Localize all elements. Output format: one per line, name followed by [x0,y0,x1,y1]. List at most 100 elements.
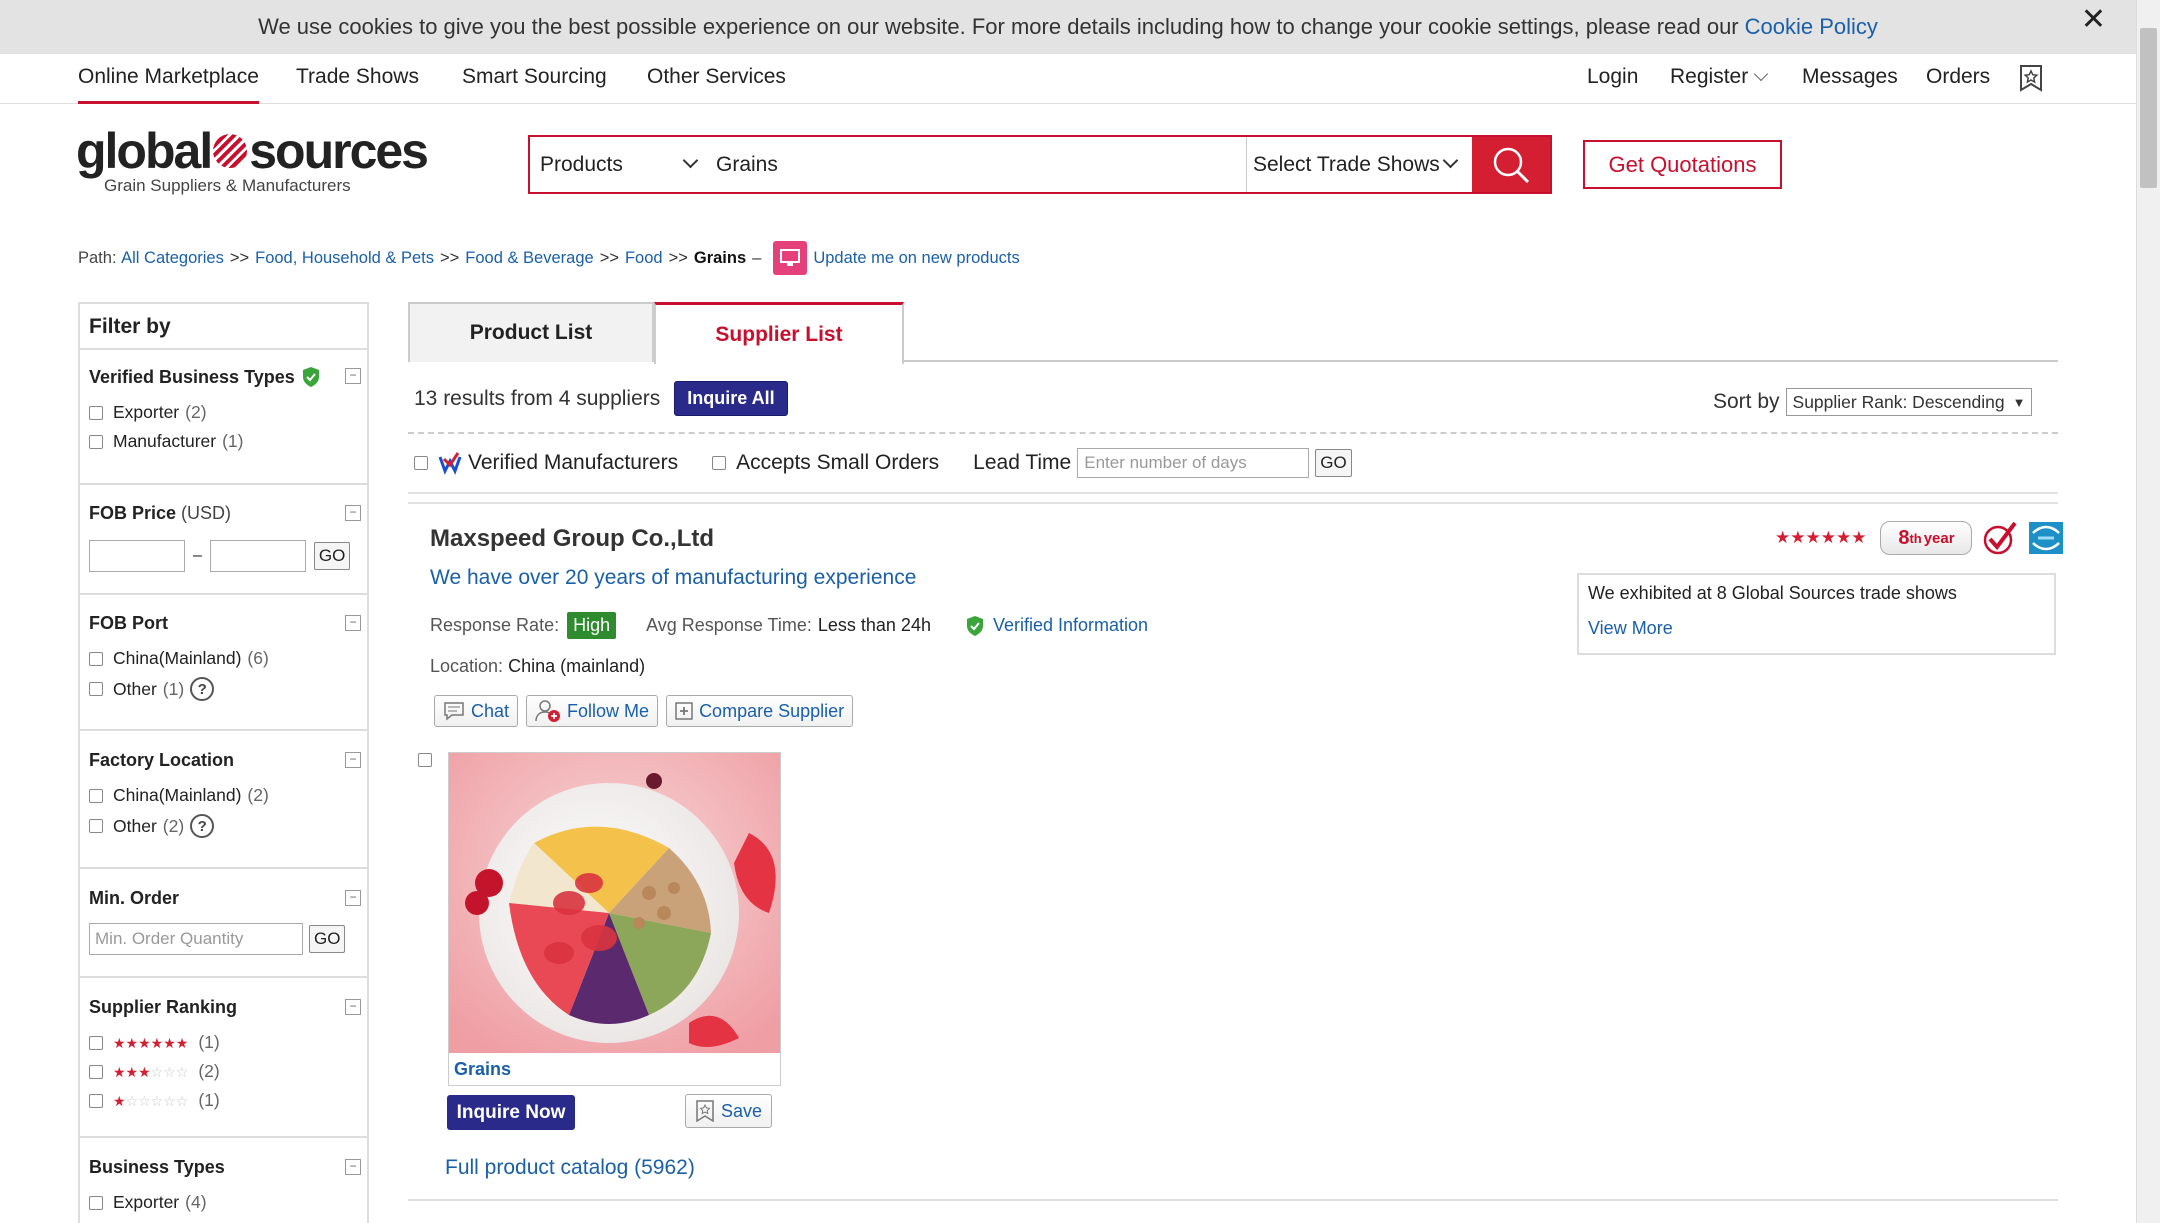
checkbox[interactable] [414,456,428,470]
nav-register[interactable]: Register [1670,65,1769,89]
inquire-now-button[interactable]: Inquire Now [447,1095,575,1130]
tab-product-list[interactable]: Product List [408,302,654,362]
small-orders-filter[interactable]: Accepts Small Orders [712,451,939,475]
supplier-name[interactable]: Maxspeed Group Co.,Ltd [430,525,714,553]
breadcrumb-food-household-pets[interactable]: Food, Household & Pets [255,249,434,268]
scrollbar-thumb[interactable] [2140,28,2157,188]
help-icon[interactable]: ? [190,814,215,838]
breadcrumb-all-categories[interactable]: All Categories [121,249,224,268]
collapse-icon[interactable]: − [345,999,361,1015]
avg-response-value: Less than 24h [817,615,931,635]
price-go-button[interactable]: GO [313,542,351,570]
collapse-icon[interactable]: − [345,890,361,906]
product-card[interactable]: Grains [448,752,781,1086]
verified-information-link[interactable]: Verified Information [993,615,1148,636]
filter-option[interactable]: Manufacturer (1) [89,431,361,452]
verified-manufacturers-filter[interactable]: Verified Manufacturers [414,451,678,475]
checkbox[interactable] [89,682,103,696]
filter-option[interactable]: Exporter (4) [89,1192,361,1213]
filter-option[interactable]: ★ ☆☆☆☆☆ (1) [89,1090,361,1111]
checkbox[interactable] [89,405,103,420]
section-title: FOB Port [89,613,168,633]
nav-other-services[interactable]: Other Services [647,65,786,89]
favorites-icon[interactable] [2018,64,2044,92]
follow-me-button[interactable]: Follow Me [526,695,659,727]
tab-supplier-list[interactable]: Supplier List [654,302,904,364]
collapse-icon[interactable]: − [345,752,361,768]
option-count: (2) [162,815,185,836]
full-catalog-link[interactable]: Full product catalog (5962) [445,1156,695,1180]
filter-option[interactable]: ★★★ ☆☆☆ (2) [89,1061,361,1082]
get-quotations-button[interactable]: Get Quotations [1583,140,1782,189]
filter-option[interactable]: Other (2)? [89,814,361,838]
filter-option[interactable]: Other (1)? [89,677,361,701]
filter-option[interactable]: ★★★★★★ (1) [89,1032,361,1053]
supplier-slogan[interactable]: We have over 20 years of manufacturing e… [430,566,916,590]
checkbox[interactable] [89,1064,103,1079]
nav-login[interactable]: Login [1587,65,1638,89]
checkbox[interactable] [89,788,103,803]
vertical-scrollbar[interactable] [2136,0,2160,1223]
filter-option[interactable]: China(Mainland) (2) [89,785,361,806]
nav-messages[interactable]: Messages [1802,65,1898,89]
checkbox[interactable] [89,651,103,666]
breadcrumb-food[interactable]: Food [625,249,663,268]
years-suffix: th [1909,530,1922,546]
nav-online-marketplace[interactable]: Online Marketplace [78,65,259,104]
option-count: (6) [247,648,269,668]
save-button[interactable]: Save [685,1094,772,1128]
compare-supplier-button[interactable]: Compare Supplier [666,695,854,727]
inquire-all-button[interactable]: Inquire All [674,381,788,416]
min-order-go-button[interactable]: GO [309,925,346,953]
cookie-policy-link[interactable]: Cookie Policy [1745,14,1878,40]
checkbox[interactable] [712,456,727,470]
filter-supplier-ranking: Supplier Ranking − ★★★★★★ (1) ★★★ ☆☆☆ (2)… [89,997,361,1111]
checkbox[interactable] [89,1035,103,1050]
min-order-input[interactable]: Min. Order Quantity [89,923,303,955]
view-more-link[interactable]: View More [1588,618,2045,639]
dashed-divider [408,432,2058,434]
filter-option[interactable]: China(Mainland) (6) [89,648,361,669]
help-icon[interactable]: ? [190,677,215,701]
supplier-star-rating: ★★★★★★ [1775,528,1867,547]
nav-trade-shows[interactable]: Trade Shows [296,65,419,89]
chevron-down-icon [1754,66,1769,82]
search-category-select[interactable]: Products [530,137,710,192]
collapse-icon[interactable]: − [345,505,361,521]
collapse-icon[interactable]: − [345,368,361,384]
sort-select[interactable]: Supplier Rank: Descending ▼ [1785,388,2033,416]
product-select-checkbox[interactable] [418,753,432,767]
nav-orders[interactable]: Orders [1926,65,1990,89]
filter-option[interactable]: Exporter (2) [89,402,361,423]
collapse-icon[interactable]: − [345,1159,361,1175]
product-name[interactable]: Grains [454,1059,511,1080]
price-min-input[interactable] [89,540,185,572]
checkbox[interactable] [89,819,103,833]
price-max-input[interactable] [209,540,306,572]
site-logo[interactable]: global sources Grain Suppliers & Manufact… [76,126,429,196]
sort-control: Sort by Supplier Rank: Descending ▼ [1713,388,2033,416]
chat-button[interactable]: Chat [434,695,519,727]
lead-time-input[interactable]: Enter number of days [1077,448,1310,478]
verified-check-badge-icon [1984,521,2018,555]
option-label: China(Mainland) [113,648,242,668]
add-compare-icon [675,702,693,720]
lead-time-go-button[interactable]: GO [1315,449,1352,477]
checkbox[interactable] [89,1093,103,1108]
breadcrumb-food-beverage[interactable]: Food & Beverage [465,249,593,268]
search-button[interactable] [1472,137,1550,192]
trade-show-select[interactable]: Select Trade Shows [1246,137,1472,192]
supplier-response-info: Response Rate: High Avg Response Time: L… [430,612,1148,639]
close-icon[interactable]: ✕ [2081,2,2106,37]
monitor-icon[interactable] [773,241,808,275]
checkbox[interactable] [89,1195,103,1210]
collapse-icon[interactable]: − [345,615,361,631]
nav-smart-sourcing[interactable]: Smart Sourcing [462,65,607,89]
top-navigation: Online Marketplace Trade Shows Smart Sou… [0,54,2136,104]
verified-manufacturer-icon [438,452,462,475]
search-input[interactable] [710,137,1246,192]
checkbox[interactable] [89,434,103,449]
update-me-link[interactable]: Update me on new products [813,249,1019,268]
product-image[interactable] [449,753,780,1053]
dropdown-arrow-icon: ▼ [2012,394,2026,410]
